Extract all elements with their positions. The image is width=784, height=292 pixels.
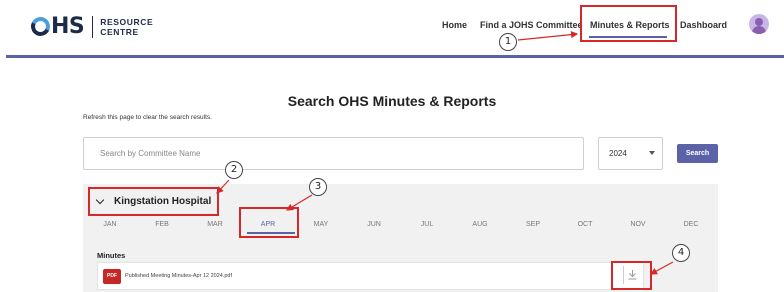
annotation-marker-1: 1: [499, 33, 517, 51]
annotation-arrow-1: [517, 31, 579, 41]
annotation-marker-2: 2: [225, 161, 243, 179]
annotation-arrow-2: [216, 179, 230, 194]
annotation-marker-4: 4: [672, 244, 690, 262]
annotation-marker-3: 3: [309, 178, 327, 196]
annotation-arrows: [216, 31, 674, 275]
annotation-arrow-4: [649, 261, 674, 275]
annotation-arrow-3: [285, 194, 313, 211]
